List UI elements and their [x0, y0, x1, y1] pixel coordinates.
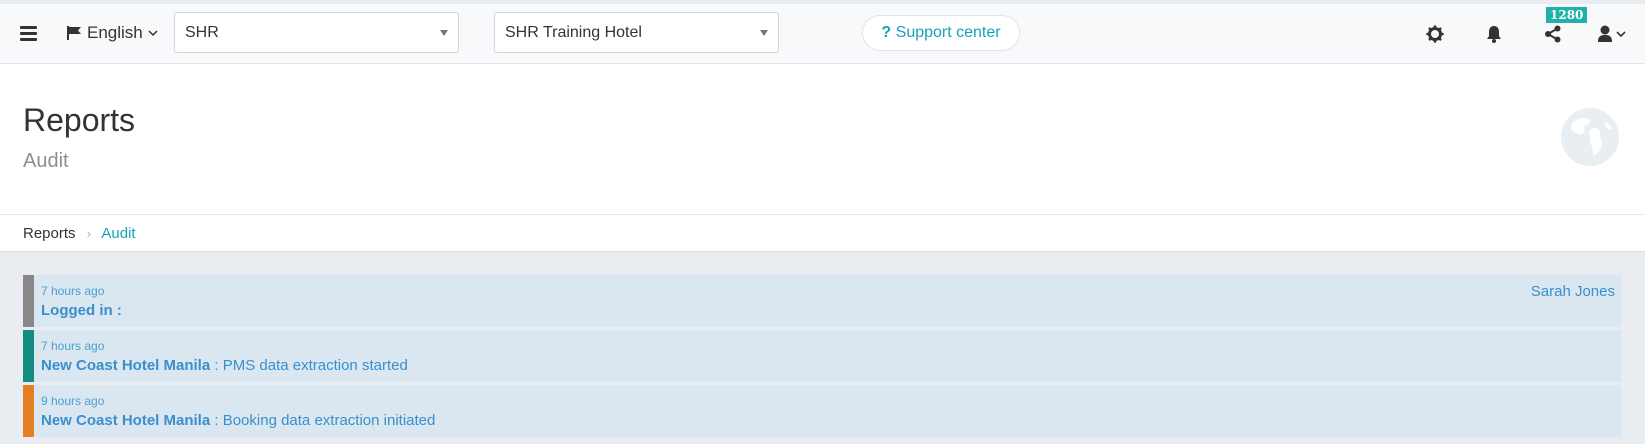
- entry-hotel: Logged in :: [41, 302, 122, 319]
- entry-text: : Booking data extraction initiated: [210, 412, 436, 429]
- entry-user: Sarah Jones: [1530, 283, 1615, 300]
- entry-message: Logged in :: [41, 302, 122, 319]
- group-select[interactable]: SHR: [174, 12, 459, 53]
- user-menu-icon[interactable]: [1597, 24, 1629, 44]
- language-selector[interactable]: English: [67, 23, 158, 43]
- entry-status-bar: [23, 385, 34, 437]
- group-select-value: SHR: [185, 24, 219, 41]
- top-navbar: English SHR SHR Training Hotel ? Support…: [0, 3, 1645, 64]
- chevron-down-icon: [148, 29, 158, 36]
- language-label: English: [87, 23, 143, 42]
- bell-icon[interactable]: [1484, 24, 1504, 44]
- audit-entry[interactable]: 7 hours ago New Coast Hotel Manila : PMS…: [23, 330, 1621, 382]
- notification-count-badge: 1280: [1546, 7, 1588, 23]
- entry-status-bar: [23, 330, 34, 382]
- menu-toggle-icon[interactable]: [20, 26, 37, 41]
- page-title: Reports: [23, 102, 136, 138]
- entry-hotel: New Coast Hotel Manila: [41, 357, 211, 374]
- breadcrumb-item-audit: Audit: [101, 225, 136, 242]
- share-icon[interactable]: [1543, 24, 1563, 44]
- breadcrumb-item-reports[interactable]: Reports: [23, 225, 76, 242]
- entry-text: : PMS data extraction started: [210, 357, 408, 374]
- entry-time: 7 hours ago: [41, 339, 105, 353]
- caret-down-icon: [440, 30, 448, 36]
- page-subtitle: Audit: [23, 150, 69, 172]
- entry-status-bar: [23, 275, 34, 327]
- entry-message: New Coast Hotel Manila : Booking data ex…: [41, 412, 435, 429]
- hotel-select[interactable]: SHR Training Hotel: [494, 12, 779, 53]
- globe-icon: [1561, 108, 1619, 166]
- audit-feed: 7 hours ago Logged in : Sarah Jones 7 ho…: [23, 275, 1621, 440]
- support-center-button[interactable]: ? Support center: [862, 15, 1020, 51]
- breadcrumb: Reports › Audit: [0, 214, 1645, 252]
- entry-time: 9 hours ago: [41, 394, 105, 408]
- support-center-label: Support center: [895, 24, 1001, 41]
- audit-entry[interactable]: 9 hours ago New Coast Hotel Manila : Boo…: [23, 385, 1621, 437]
- page-header: Reports Audit: [0, 64, 1645, 214]
- caret-down-icon: [760, 30, 768, 36]
- entry-message: New Coast Hotel Manila : PMS data extrac…: [41, 357, 408, 374]
- question-icon: ?: [881, 24, 892, 41]
- flag-icon: [67, 26, 81, 40]
- breadcrumb-separator-icon: ›: [86, 226, 92, 241]
- audit-entry[interactable]: 7 hours ago Logged in : Sarah Jones: [23, 275, 1621, 327]
- gear-icon[interactable]: [1425, 24, 1445, 44]
- entry-time: 7 hours ago: [41, 284, 105, 298]
- entry-hotel: New Coast Hotel Manila: [41, 412, 211, 429]
- hotel-select-value: SHR Training Hotel: [505, 24, 642, 41]
